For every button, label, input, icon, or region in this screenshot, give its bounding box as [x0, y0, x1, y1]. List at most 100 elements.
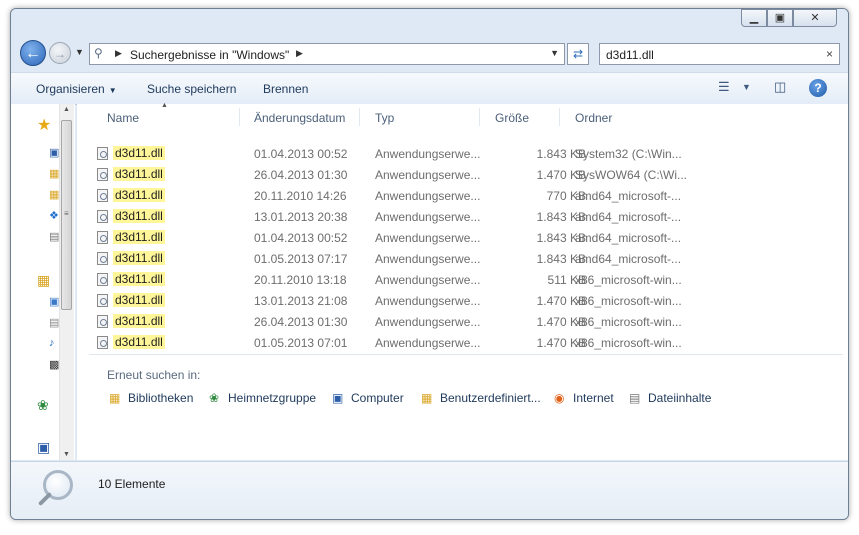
- file-type: Anwendungserwe...: [375, 189, 481, 203]
- search-input[interactable]: d3d11.dll ×: [599, 43, 840, 65]
- file-folder: System32 (C:\Win...: [575, 147, 682, 161]
- sort-indicator-icon: ▲: [161, 102, 168, 109]
- navigation-scrollbar[interactable]: ▲ ≡ ▼: [59, 104, 74, 460]
- column-header-folder[interactable]: Ordner: [575, 111, 612, 125]
- location-label: Bibliotheken: [128, 391, 194, 405]
- music-icon[interactable]: ♪: [49, 337, 55, 349]
- file-contents-icon: ▤: [629, 391, 641, 405]
- column-header-date[interactable]: Änderungsdatum: [254, 111, 345, 125]
- clear-search-icon[interactable]: ×: [826, 47, 833, 61]
- videos-icon[interactable]: ▩: [49, 358, 59, 371]
- file-type: Anwendungserwe...: [375, 294, 481, 308]
- maximize-icon: ▣: [774, 12, 786, 24]
- table-row[interactable]: d3d11.dll 26.04.2013 01:30 Anwendungserw…: [77, 164, 848, 185]
- libraries-icon[interactable]: ▦: [37, 272, 50, 289]
- column-divider[interactable]: [559, 108, 560, 126]
- refresh-icon: ⇄: [572, 47, 584, 61]
- location-label: Dateiinhalte: [648, 391, 712, 405]
- address-dropdown-icon[interactable]: ▼: [550, 48, 559, 58]
- help-icon[interactable]: ?: [809, 79, 827, 97]
- table-row[interactable]: d3d11.dll 01.05.2013 07:01 Anwendungserw…: [77, 332, 848, 353]
- file-type: Anwendungserwe...: [375, 210, 481, 224]
- breadcrumb-chevron-icon[interactable]: ▶: [296, 48, 303, 59]
- file-type: Anwendungserwe...: [375, 273, 481, 287]
- scroll-up-icon[interactable]: ▲: [63, 106, 70, 113]
- table-row[interactable]: d3d11.dll 01.04.2013 00:52 Anwendungserw…: [77, 227, 848, 248]
- scroll-down-icon[interactable]: ▼: [63, 451, 70, 458]
- table-row[interactable]: d3d11.dll 13.01.2013 21:08 Anwendungserw…: [77, 290, 848, 311]
- minimize-icon: ▁: [749, 12, 759, 24]
- view-dropdown-icon[interactable]: ▼: [742, 82, 751, 92]
- homegroup-icon[interactable]: ❀: [37, 397, 49, 414]
- burn-button[interactable]: Brennen: [263, 82, 308, 96]
- table-row[interactable]: d3d11.dll 20.11.2010 13:18 Anwendungserw…: [77, 269, 848, 290]
- documents-icon[interactable]: ▤: [49, 316, 59, 329]
- column-divider[interactable]: [479, 108, 480, 126]
- organize-label: Organisieren: [36, 82, 105, 96]
- search-again-internet[interactable]: ◉ Internet: [554, 391, 614, 405]
- table-row[interactable]: d3d11.dll 26.04.2013 01:30 Anwendungserw…: [77, 311, 848, 332]
- divider: [89, 354, 843, 355]
- computer-icon: ▣: [332, 391, 344, 405]
- location-label: Internet: [573, 391, 614, 405]
- search-again-computer[interactable]: ▣ Computer: [332, 391, 404, 405]
- table-row[interactable]: d3d11.dll 13.01.2013 20:38 Anwendungserw…: [77, 206, 848, 227]
- file-date: 26.04.2013 01:30: [254, 315, 348, 329]
- close-button[interactable]: ✕: [793, 9, 837, 27]
- breadcrumb[interactable]: Suchergebnisse in "Windows": [130, 48, 289, 62]
- file-date: 01.04.2013 00:52: [254, 231, 348, 245]
- libraries-icon: ▦: [109, 391, 121, 405]
- downloads-folder-icon[interactable]: ▦: [49, 167, 59, 180]
- file-name: d3d11.dll: [113, 272, 165, 286]
- preview-pane-icon[interactable]: ◫: [774, 79, 786, 95]
- file-type: Anwendungserwe...: [375, 315, 481, 329]
- column-divider[interactable]: [359, 108, 360, 126]
- column-header-type[interactable]: Typ: [375, 111, 394, 125]
- organize-button[interactable]: Organisieren ▼: [36, 82, 117, 96]
- folder-icon[interactable]: ▦: [49, 188, 59, 201]
- save-search-button[interactable]: Suche speichern: [147, 82, 236, 96]
- column-header-name[interactable]: Name: [107, 111, 139, 125]
- forward-button[interactable]: →: [49, 42, 71, 64]
- table-row[interactable]: d3d11.dll 01.05.2013 07:17 Anwendungserw…: [77, 248, 848, 269]
- file-name: d3d11.dll: [113, 146, 165, 160]
- location-label: Computer: [351, 391, 404, 405]
- refresh-button[interactable]: ⇄: [567, 43, 589, 65]
- file-date: 01.05.2013 07:17: [254, 252, 348, 266]
- search-location-icon: ⚲: [94, 46, 103, 60]
- dll-file-icon: [97, 273, 108, 286]
- search-again-file-contents[interactable]: ▤ Dateiinhalte: [629, 391, 711, 405]
- view-options-icon[interactable]: ☰: [718, 79, 730, 95]
- address-bar[interactable]: ⚲ ▶ Suchergebnisse in "Windows" ▶ ▼: [89, 43, 565, 65]
- file-type: Anwendungserwe...: [375, 336, 481, 350]
- recent-places-icon[interactable]: ▤: [49, 230, 59, 243]
- command-bar: Organisieren ▼ Suche speichern Brennen ☰ …: [11, 72, 848, 105]
- table-row[interactable]: d3d11.dll 20.11.2010 14:26 Anwendungserw…: [77, 185, 848, 206]
- maximize-button[interactable]: ▣: [767, 9, 793, 27]
- table-row[interactable]: d3d11.dll 01.04.2013 00:52 Anwendungserw…: [77, 143, 848, 164]
- file-date: 20.11.2010 13:18: [254, 273, 347, 287]
- search-again-libraries[interactable]: ▦ Bibliotheken: [109, 391, 193, 405]
- pictures-icon[interactable]: ▣: [49, 295, 59, 308]
- favorites-star-icon[interactable]: ★: [37, 115, 51, 135]
- scrollbar-thumb[interactable]: ≡: [61, 120, 72, 310]
- column-header-size[interactable]: Größe: [495, 111, 529, 125]
- file-type: Anwendungserwe...: [375, 168, 481, 182]
- minimize-button[interactable]: ▁: [741, 9, 767, 27]
- column-header-row: ▲ Name Änderungsdatum Typ Größe Ordner: [77, 102, 848, 130]
- dropbox-icon[interactable]: ❖: [49, 209, 59, 222]
- search-again-custom[interactable]: ▦ Benutzerdefiniert...: [421, 391, 541, 405]
- search-again-homegroup[interactable]: ❀ Heimnetzgruppe: [209, 391, 316, 405]
- file-list: ▲ Name Änderungsdatum Typ Größe Ordner d…: [77, 102, 848, 460]
- file-date: 01.05.2013 07:01: [254, 336, 348, 350]
- desktop-icon[interactable]: ▣: [49, 146, 59, 159]
- breadcrumb-chevron-icon[interactable]: ▶: [115, 48, 122, 59]
- search-value[interactable]: d3d11.dll: [606, 48, 654, 62]
- column-divider[interactable]: [239, 108, 240, 126]
- back-button[interactable]: ←: [20, 40, 46, 66]
- recent-pages-dropdown[interactable]: ▼: [75, 47, 84, 57]
- file-folder: amd64_microsoft-...: [575, 189, 682, 203]
- forward-arrow-icon: →: [54, 47, 66, 61]
- computer-icon[interactable]: ▣: [37, 439, 50, 456]
- search-again-label: Erneut suchen in:: [107, 368, 201, 382]
